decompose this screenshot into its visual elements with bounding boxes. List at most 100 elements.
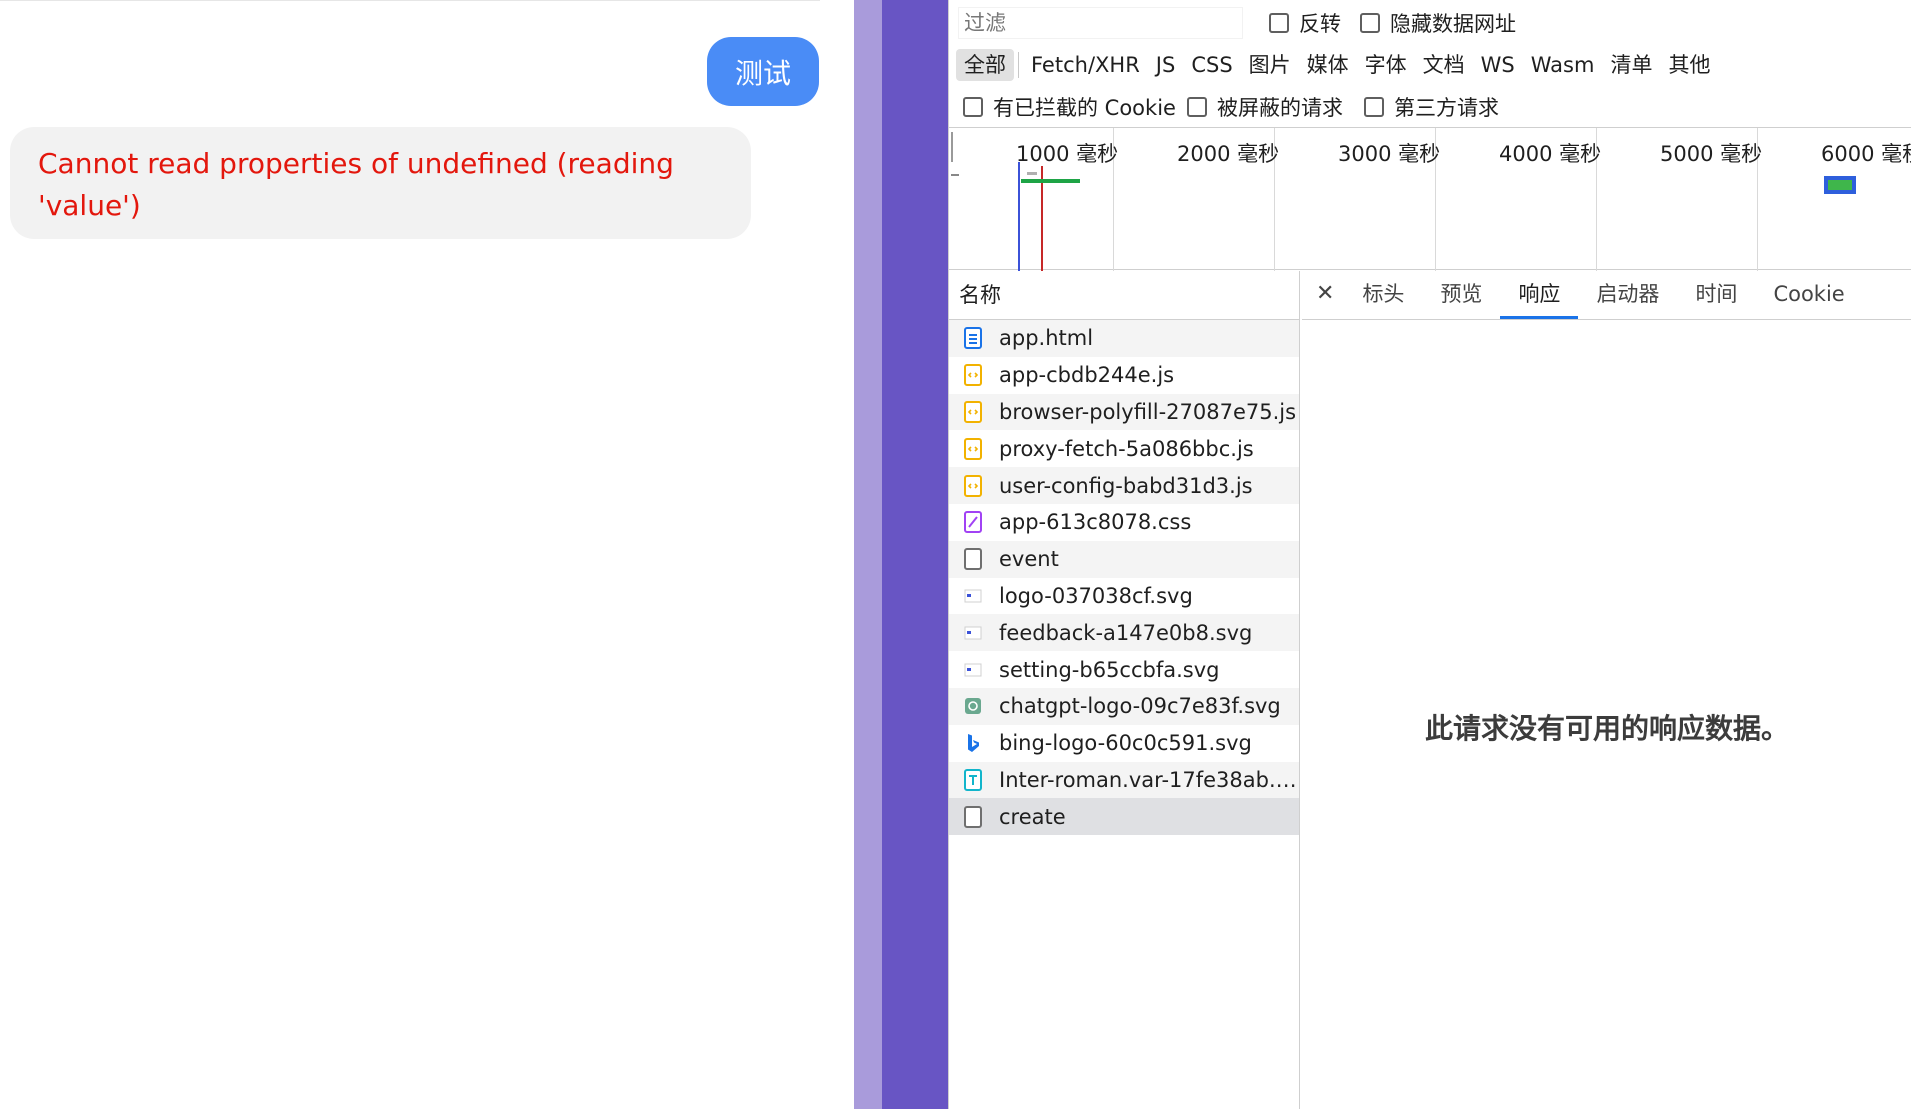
type-filter-doc[interactable]: 文档 xyxy=(1415,49,1473,81)
invert-checkbox-item[interactable]: 反转 xyxy=(1269,8,1341,38)
request-bar xyxy=(1021,179,1080,183)
type-filter-all[interactable]: 全部 xyxy=(956,49,1014,81)
request-row[interactable]: event xyxy=(949,540,1299,578)
type-filter-ws[interactable]: WS xyxy=(1473,49,1523,81)
request-row[interactable]: Inter-roman.var-17fe38ab.wof... xyxy=(949,761,1299,799)
request-list: 名称 app.html app-cbdb244e.js browser-polyfi… xyxy=(949,271,1300,1109)
type-filter-font[interactable]: 字体 xyxy=(1357,49,1415,81)
tab-response[interactable]: 响应 xyxy=(1500,271,1579,319)
blocked-cookies-label: 有已拦截的 Cookie xyxy=(993,96,1176,120)
timeline-tick: 2000 毫秒 xyxy=(1177,142,1280,166)
font-icon xyxy=(963,768,983,791)
timeline-overview[interactable]: 1000 毫秒 2000 毫秒 3000 毫秒 4000 毫秒 5000 毫秒 … xyxy=(949,127,1911,271)
request-row[interactable]: feedback-a147e0b8.svg xyxy=(949,614,1299,652)
request-row[interactable]: app.html xyxy=(949,320,1299,357)
invert-checkbox[interactable] xyxy=(1269,13,1289,33)
blank-file-icon xyxy=(963,805,983,828)
request-name: feedback-a147e0b8.svg xyxy=(999,620,1253,645)
blocked-cookies-checkbox-item[interactable]: 有已拦截的 Cookie xyxy=(963,92,1176,122)
timeline-tick: 3000 毫秒 xyxy=(1338,142,1441,166)
bing-logo-icon xyxy=(963,732,983,754)
request-row[interactable]: app-cbdb244e.js xyxy=(949,357,1299,394)
stylesheet-icon xyxy=(963,511,983,534)
request-rows: app.html app-cbdb244e.js browser-polyfill-… xyxy=(949,320,1299,836)
request-name: event xyxy=(999,547,1059,572)
image-icon xyxy=(963,622,983,644)
request-name: Inter-roman.var-17fe38ab.wof... xyxy=(999,767,1299,792)
blocked-requests-checkbox-item[interactable]: 被屏蔽的请求 xyxy=(1187,92,1343,122)
tab-initiator[interactable]: 启动器 xyxy=(1578,271,1677,319)
type-filter-wasm[interactable]: Wasm xyxy=(1523,49,1603,81)
sidebar-strip-dark xyxy=(882,0,948,1109)
request-name: app.html xyxy=(999,326,1094,351)
request-row[interactable]: proxy-fetch-5a086bbc.js xyxy=(949,430,1299,467)
type-filter-fetch-xhr[interactable]: Fetch/XHR xyxy=(1023,49,1148,81)
chatgpt-logo-icon xyxy=(963,695,983,717)
type-filter-other[interactable]: 其他 xyxy=(1660,49,1718,81)
request-bar xyxy=(1824,176,1856,194)
divider xyxy=(1018,52,1019,78)
dom-content-loaded-marker xyxy=(1018,162,1020,271)
tab-cookies[interactable]: Cookie xyxy=(1755,271,1862,319)
divider xyxy=(0,0,820,1)
script-icon xyxy=(963,437,983,460)
overview-handle[interactable] xyxy=(951,132,953,162)
request-name: proxy-fetch-5a086bbc.js xyxy=(999,436,1254,461)
request-name: bing-logo-60c0c591.svg xyxy=(999,731,1252,756)
request-row[interactable]: app-613c8078.css xyxy=(949,504,1299,541)
request-row[interactable]: setting-b65ccbfa.svg xyxy=(949,651,1299,688)
sidebar-strip-light xyxy=(854,0,882,1109)
image-icon xyxy=(963,659,983,681)
request-bar xyxy=(1027,172,1037,175)
request-row[interactable]: bing-logo-60c0c591.svg xyxy=(949,725,1299,762)
blank-file-icon xyxy=(963,548,983,571)
resource-type-filter-bar: 全部 Fetch/XHR JS CSS 图片 媒体 字体 文档 WS Wasm … xyxy=(956,49,1718,81)
detail-tab-bar: ✕ 标头 预览 响应 启动器 时间 Cookie xyxy=(1302,271,1911,320)
request-row[interactable]: logo-037038cf.svg xyxy=(949,578,1299,615)
name-column-header[interactable]: 名称 xyxy=(949,271,1299,320)
test-button[interactable]: 测试 xyxy=(707,37,819,106)
blocked-requests-checkbox[interactable] xyxy=(1187,97,1207,117)
type-filter-css[interactable]: CSS xyxy=(1183,49,1240,81)
type-filter-media[interactable]: 媒体 xyxy=(1299,49,1357,81)
request-name: app-cbdb244e.js xyxy=(999,363,1175,388)
document-icon xyxy=(963,327,983,350)
hide-data-urls-checkbox[interactable] xyxy=(1360,13,1380,33)
close-detail-icon[interactable]: ✕ xyxy=(1310,271,1344,319)
third-party-label: 第三方请求 xyxy=(1394,96,1499,120)
request-name: setting-b65ccbfa.svg xyxy=(999,657,1220,682)
type-filter-js[interactable]: JS xyxy=(1148,49,1184,81)
image-icon xyxy=(963,585,983,607)
request-row[interactable]: browser-polyfill-27087e75.js xyxy=(949,393,1299,431)
request-row[interactable]: chatgpt-logo-09c7e83f.svg xyxy=(949,687,1299,725)
timeline-tick: 1000 毫秒 xyxy=(1016,142,1119,166)
request-name: create xyxy=(999,804,1066,829)
type-filter-img[interactable]: 图片 xyxy=(1241,49,1299,81)
tab-headers[interactable]: 标头 xyxy=(1344,271,1422,319)
tab-timing[interactable]: 时间 xyxy=(1677,271,1755,319)
timeline-tick: 6000 毫秒 xyxy=(1821,142,1911,166)
timeline-tick: 4000 毫秒 xyxy=(1499,142,1602,166)
error-message-bubble: Cannot read properties of undefined (rea… xyxy=(10,127,751,239)
third-party-checkbox-item[interactable]: 第三方请求 xyxy=(1364,92,1499,122)
request-name: browser-polyfill-27087e75.js xyxy=(999,399,1297,424)
filter-input[interactable] xyxy=(958,7,1243,39)
error-message-text: Cannot read properties of undefined (rea… xyxy=(38,147,674,222)
type-filter-manifest[interactable]: 清单 xyxy=(1602,49,1660,81)
request-row[interactable]: create xyxy=(949,798,1299,836)
tab-preview[interactable]: 预览 xyxy=(1422,271,1500,319)
blocked-requests-label: 被屏蔽的请求 xyxy=(1217,96,1343,120)
request-name: app-613c8078.css xyxy=(999,510,1192,535)
third-party-checkbox[interactable] xyxy=(1364,97,1384,117)
request-row[interactable]: user-config-babd31d3.js xyxy=(949,467,1299,504)
blocked-cookies-checkbox[interactable] xyxy=(963,97,983,117)
hide-data-urls-checkbox-item[interactable]: 隐藏数据网址 xyxy=(1360,8,1516,38)
request-name: logo-037038cf.svg xyxy=(999,583,1193,608)
script-icon xyxy=(963,400,983,423)
invert-label: 反转 xyxy=(1299,12,1341,36)
timeline-tick: 5000 毫秒 xyxy=(1660,142,1763,166)
request-bar-fill xyxy=(1826,178,1854,192)
request-bar xyxy=(951,174,959,176)
request-detail-pane: ✕ 标头 预览 响应 启动器 时间 Cookie 此请求没有可用的响应数据。 xyxy=(1302,271,1911,1109)
devtools-network-panel: 反转 隐藏数据网址 全部 Fetch/XHR JS CSS 图片 媒体 字体 文… xyxy=(948,0,1911,1109)
